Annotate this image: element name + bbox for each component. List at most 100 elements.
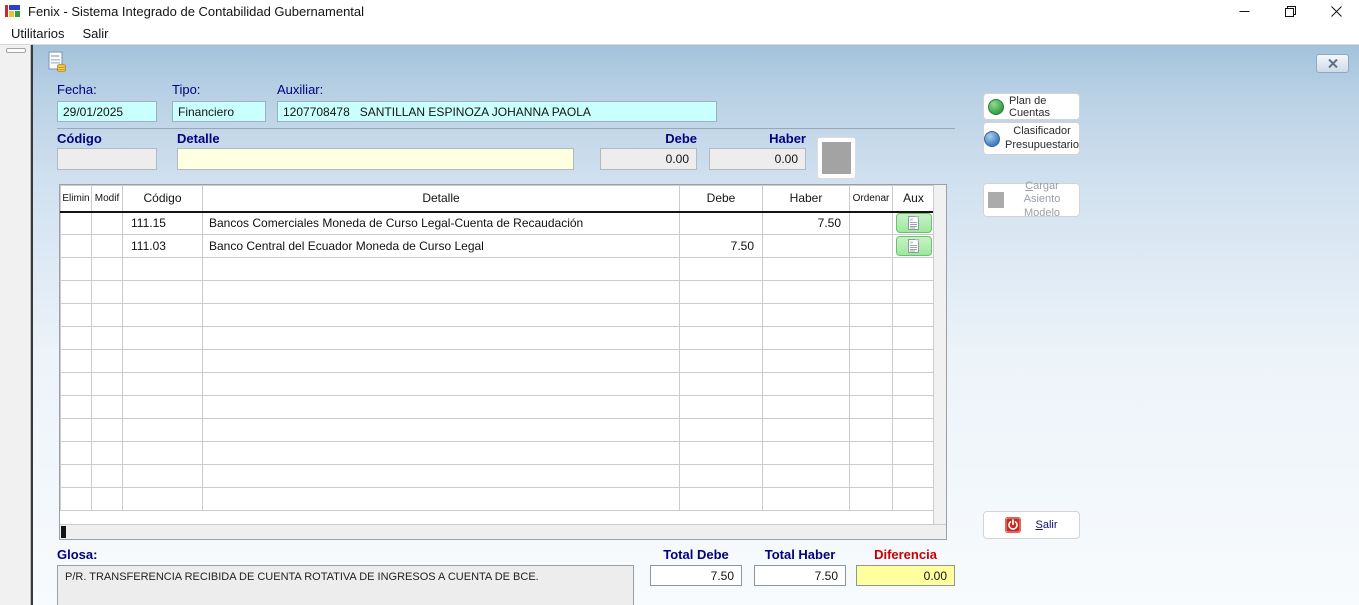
aux-button[interactable] xyxy=(896,236,932,256)
salir-button[interactable]: Salir xyxy=(983,511,1080,539)
cell-modif xyxy=(92,419,123,442)
cell-debe xyxy=(680,327,763,350)
cell-aux xyxy=(893,396,935,419)
auxiliar-field[interactable]: 1207708478 SANTILLAN ESPINOZA JOHANNA PA… xyxy=(277,101,717,122)
total-debe-field: 7.50 xyxy=(650,565,742,586)
cell-detalle xyxy=(203,327,680,350)
cell-debe xyxy=(680,212,763,235)
cell-elimin xyxy=(61,419,92,442)
cell-aux xyxy=(893,212,935,235)
clasificador-presupuestario-button[interactable]: Clasificador Presupuestario xyxy=(983,122,1080,155)
minimize-button[interactable] xyxy=(1221,0,1267,22)
entry-row[interactable]: 111.03Banco Central del Ecuador Moneda d… xyxy=(61,235,935,258)
notepad-icon xyxy=(908,239,919,253)
diferencia-label: Diferencia xyxy=(856,547,955,562)
cell-codigo xyxy=(123,419,203,442)
cell-debe xyxy=(680,304,763,327)
cell-codigo xyxy=(123,442,203,465)
cell-modif xyxy=(92,327,123,350)
title-bar: Fenix - Sistema Integrado de Contabilida… xyxy=(0,0,1359,22)
cargar-label-line1: Cargar Asiento xyxy=(1024,180,1061,205)
menu-salir[interactable]: Salir xyxy=(73,24,117,43)
close-icon xyxy=(1331,6,1342,17)
close-button[interactable] xyxy=(1313,0,1359,22)
cell-haber xyxy=(763,281,850,304)
cell-aux xyxy=(893,258,935,281)
cell-haber xyxy=(763,235,850,258)
cell-debe xyxy=(680,396,763,419)
separator xyxy=(57,128,955,129)
detalle-input[interactable] xyxy=(177,148,574,170)
window-title: Fenix - Sistema Integrado de Contabilida… xyxy=(28,4,364,19)
col-header-haber: Haber xyxy=(763,186,850,212)
cell-detalle: Bancos Comerciales Moneda de Curso Legal… xyxy=(203,212,680,235)
menu-utilitarios[interactable]: Utilitarios xyxy=(2,24,73,43)
cell-haber xyxy=(763,258,850,281)
cell-elimin xyxy=(61,281,92,304)
cell-detalle xyxy=(203,373,680,396)
cell-ordenar xyxy=(850,396,893,419)
cell-ordenar xyxy=(850,235,893,258)
cell-debe xyxy=(680,258,763,281)
cell-debe xyxy=(680,373,763,396)
plan-de-cuentas-label: Plan de Cuentas xyxy=(1009,95,1075,119)
cell-codigo xyxy=(123,373,203,396)
cell-aux xyxy=(893,419,935,442)
empty-row xyxy=(61,442,935,465)
haber-input[interactable]: 0.00 xyxy=(709,148,806,170)
vertical-scrollbar[interactable] xyxy=(933,185,946,525)
cell-aux xyxy=(893,488,935,511)
tipo-label: Tipo: xyxy=(172,82,200,97)
tipo-field[interactable]: Financiero xyxy=(172,101,266,122)
minimize-icon xyxy=(1239,6,1250,17)
cell-aux xyxy=(893,373,935,396)
clasificador-label-line2: Presupuestario xyxy=(1005,139,1079,151)
left-panel[interactable] xyxy=(0,45,31,605)
cell-codigo xyxy=(123,304,203,327)
aux-button[interactable] xyxy=(896,213,932,233)
empty-row xyxy=(61,465,935,488)
cargar-asiento-modelo-button[interactable]: Cargar Asiento Modelo xyxy=(983,183,1080,217)
cell-haber xyxy=(763,442,850,465)
horizontal-scrollbar-thumb[interactable] xyxy=(61,526,66,538)
empty-row xyxy=(61,258,935,281)
fecha-field[interactable]: 29/01/2025 xyxy=(57,101,157,122)
empty-row xyxy=(61,350,935,373)
cell-ordenar xyxy=(850,419,893,442)
plan-de-cuentas-button[interactable]: Plan de Cuentas xyxy=(983,93,1080,120)
cell-detalle xyxy=(203,396,680,419)
cell-aux xyxy=(893,465,935,488)
restore-button[interactable] xyxy=(1267,0,1313,22)
horizontal-scrollbar[interactable] xyxy=(60,524,946,539)
cell-modif xyxy=(92,350,123,373)
codigo-input[interactable] xyxy=(57,148,157,170)
detalle-label: Detalle xyxy=(177,131,220,146)
debe-input[interactable]: 0.00 xyxy=(600,148,697,170)
empty-row xyxy=(61,396,935,419)
cell-ordenar xyxy=(850,373,893,396)
glosa-input[interactable]: P/R. TRANSFERENCIA RECIBIDA DE CUENTA RO… xyxy=(57,565,634,605)
cell-modif xyxy=(92,258,123,281)
cell-haber xyxy=(763,350,850,373)
cell-haber xyxy=(763,465,850,488)
cell-debe xyxy=(680,488,763,511)
cell-ordenar xyxy=(850,465,893,488)
cell-elimin xyxy=(61,212,92,235)
cell-elimin xyxy=(61,327,92,350)
empty-row xyxy=(61,281,935,304)
cell-debe xyxy=(680,442,763,465)
add-entry-button[interactable] xyxy=(817,137,856,179)
col-header-modif: Modif xyxy=(92,186,123,212)
cell-modif xyxy=(92,281,123,304)
inner-close-button[interactable] xyxy=(1316,54,1349,73)
cell-elimin xyxy=(61,488,92,511)
empty-row xyxy=(61,488,935,511)
panel-grip[interactable] xyxy=(6,48,26,53)
empty-row xyxy=(61,419,935,442)
cell-elimin xyxy=(61,373,92,396)
entry-row[interactable]: 111.15Bancos Comerciales Moneda de Curso… xyxy=(61,212,935,235)
inner-close-icon xyxy=(1328,59,1338,68)
cell-codigo xyxy=(123,396,203,419)
cell-aux xyxy=(893,327,935,350)
cell-ordenar xyxy=(850,304,893,327)
